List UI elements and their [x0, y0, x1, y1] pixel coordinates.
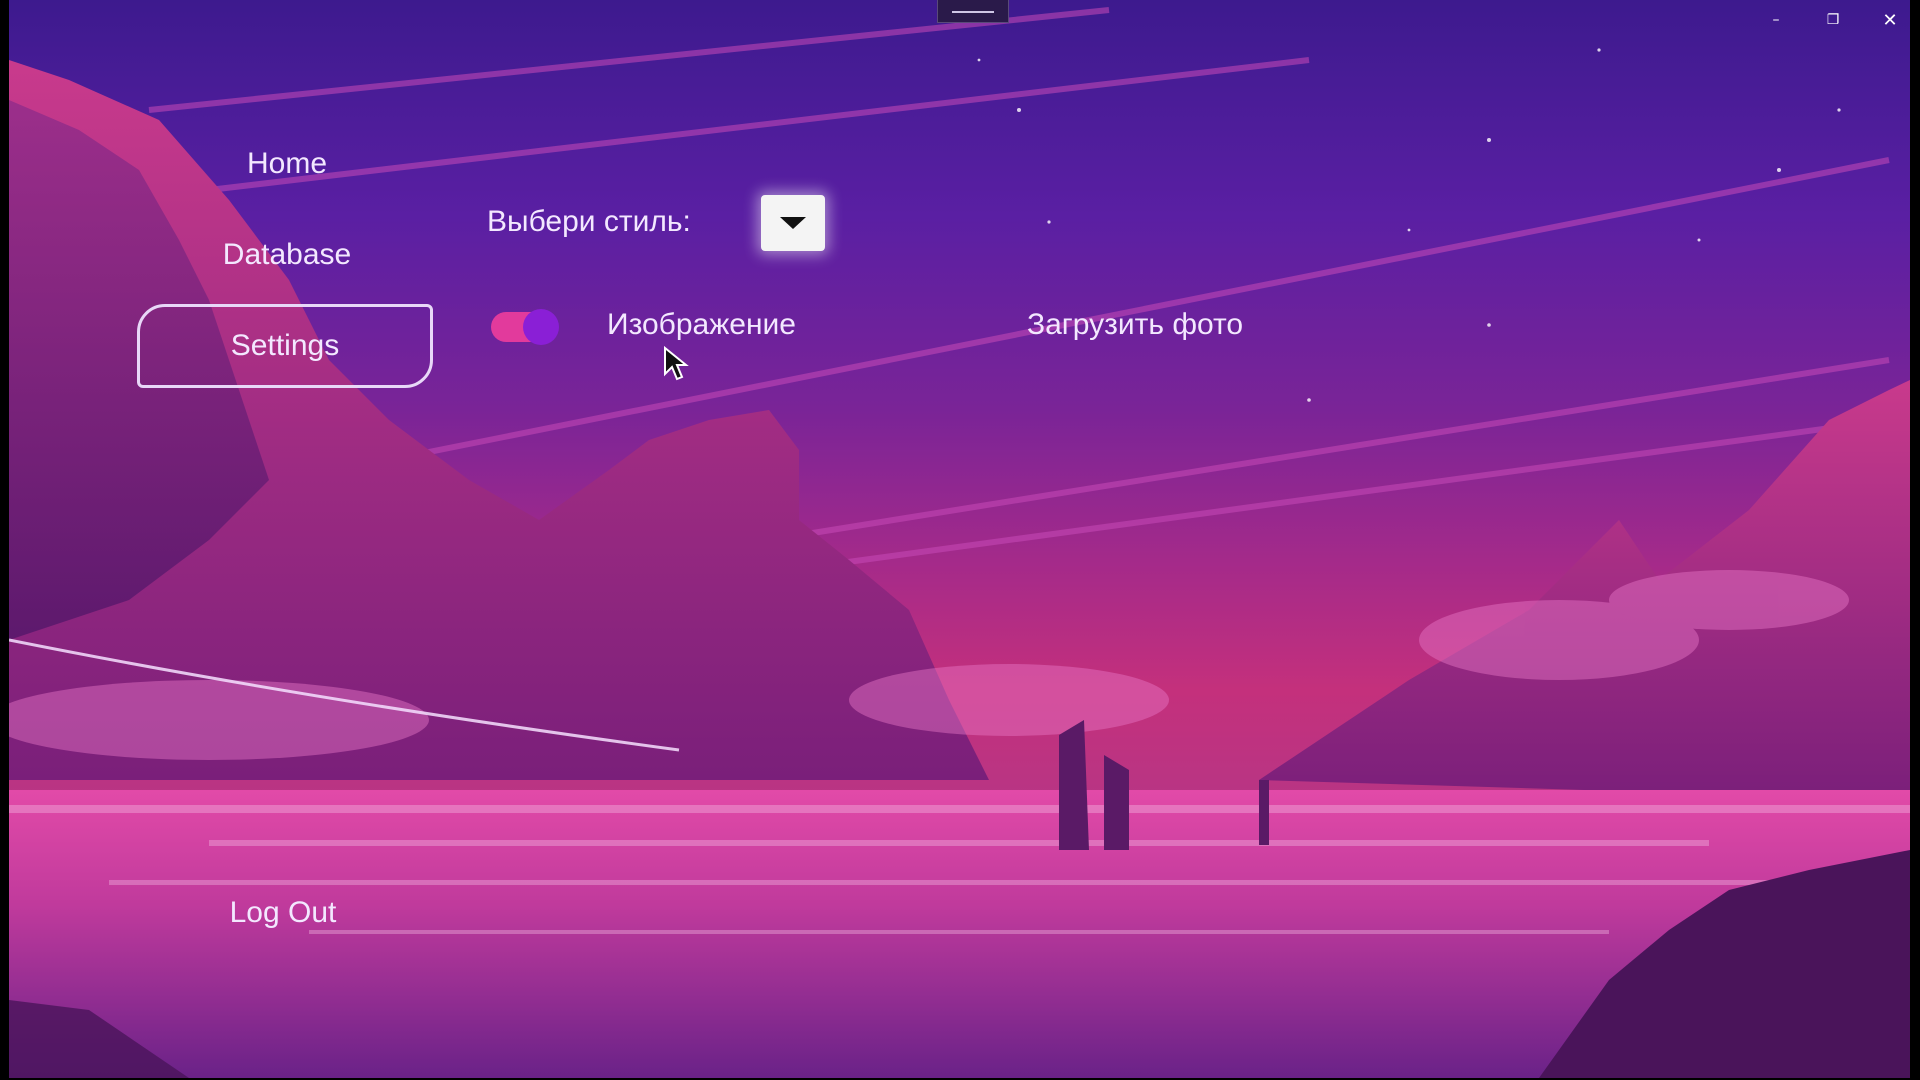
- app-window: – ❐ ✕ Home Database Settings Log Out Выб…: [9, 0, 1910, 1078]
- mouse-cursor-icon: [664, 346, 689, 381]
- chevron-down-icon: [780, 217, 806, 229]
- titlebar-drag-handle[interactable]: [937, 0, 1009, 23]
- maximize-button[interactable]: ❐: [1815, 6, 1851, 34]
- style-label: Выбери стиль:: [487, 205, 691, 238]
- upload-photo-button[interactable]: Загрузить фото: [1027, 308, 1243, 342]
- nav-logout[interactable]: Log Out: [133, 896, 433, 930]
- minimize-button[interactable]: –: [1758, 6, 1794, 34]
- nav-settings[interactable]: Settings: [137, 304, 433, 388]
- nav-database[interactable]: Database: [137, 238, 437, 272]
- style-dropdown-button[interactable]: [761, 195, 825, 251]
- toggle-knob: [523, 309, 559, 345]
- image-toggle[interactable]: [491, 309, 559, 345]
- close-button[interactable]: ✕: [1872, 6, 1908, 34]
- image-toggle-label: Изображение: [607, 308, 796, 341]
- nav-home[interactable]: Home: [137, 147, 437, 181]
